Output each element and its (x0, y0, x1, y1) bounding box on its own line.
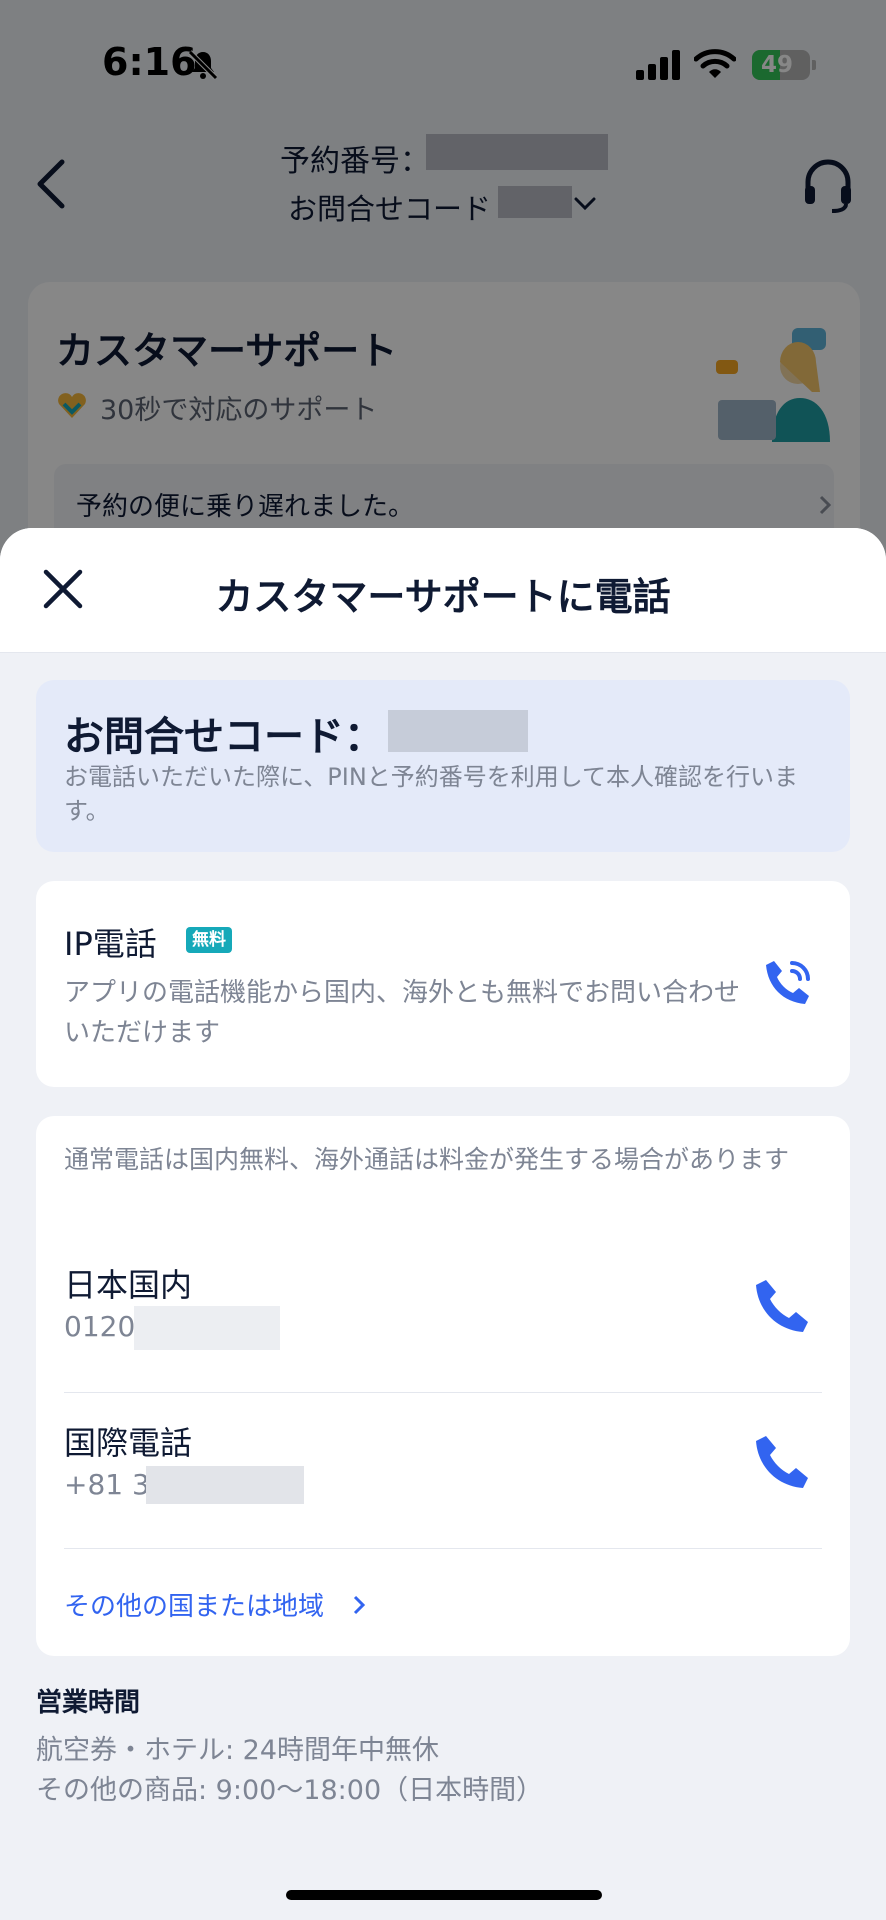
voip-call-icon[interactable] (762, 955, 816, 1009)
international-number: +81 3 (64, 1468, 150, 1501)
inquiry-code-card: お問合せコード： お電話いただいた際に、PINと予約番号を利用して本人確認を行い… (36, 680, 850, 852)
phone-call-icon[interactable] (756, 1432, 812, 1488)
other-countries-link[interactable]: その他の国または地域 (64, 1586, 324, 1623)
sheet-header: カスタマーサポートに電話 (0, 528, 886, 653)
phone-call-icon[interactable] (756, 1276, 812, 1332)
ip-call-description: アプリの電話機能から国内、海外とも無料でお問い合わせいただけます (64, 978, 741, 1048)
business-hours-line-2: その他の商品: 9:00～18:00（日本時間） (36, 1775, 544, 1806)
phone-numbers-card: 通常電話は国内無料、海外通話は料金が発生する場合があります 日本国内 0120 … (36, 1116, 850, 1656)
free-badge: 無料 (186, 927, 232, 953)
home-indicator (286, 1890, 602, 1900)
call-support-sheet: カスタマーサポートに電話 お問合せコード： お電話いただいた際に、PINと予約番… (0, 528, 886, 1920)
business-hours-title: 営業時間 (36, 1688, 141, 1718)
chevron-right-icon[interactable] (352, 1594, 366, 1616)
phone-call-note: 通常電話は国内無料、海外通話は料金が発生する場合があります (64, 1145, 790, 1174)
international-number-redacted (146, 1466, 304, 1504)
sheet-title: カスタマーサポートに電話 (215, 575, 671, 619)
ip-call-card[interactable]: IP電話 無料 アプリの電話機能から国内、海外とも無料でお問い合わせいただけます (36, 881, 850, 1087)
domestic-number-redacted (134, 1306, 280, 1350)
international-label: 国際電話 (64, 1424, 193, 1462)
domestic-number: 0120 (64, 1310, 136, 1343)
inquiry-code-value-redacted (388, 710, 528, 752)
inquiry-code-title: お問合せコード： (64, 714, 384, 760)
domestic-label: 日本国内 (64, 1266, 193, 1304)
inquiry-code-description: お電話いただいた際に、PINと予約番号を利用して本人確認を行います。 (64, 763, 799, 825)
divider (64, 1548, 822, 1549)
ip-call-title: IP電話 (64, 925, 157, 963)
business-hours-line-1: 航空券・ホテル: 24時間年中無休 (36, 1735, 440, 1766)
divider (64, 1392, 822, 1393)
